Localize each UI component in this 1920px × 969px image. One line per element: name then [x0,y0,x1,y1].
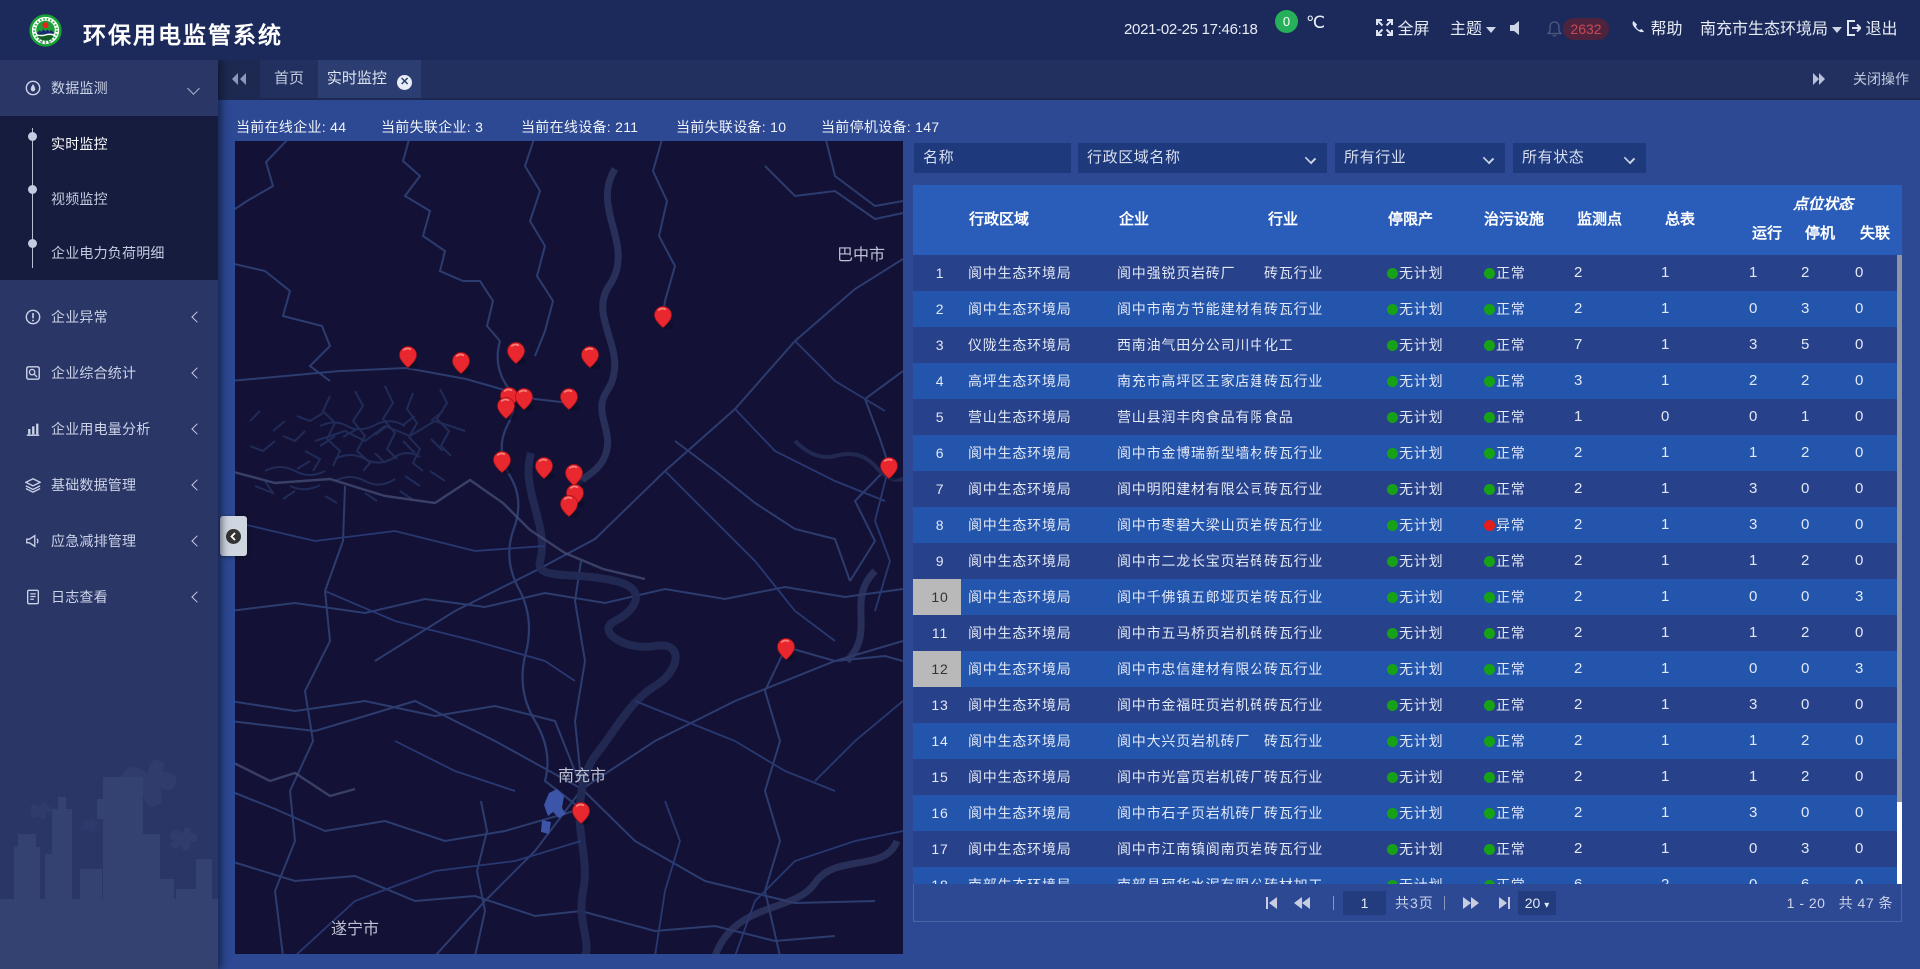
svg-text:遂宁市: 遂宁市 [331,920,379,938]
svg-text:巴中市: 巴中市 [837,246,885,264]
svg-text:南充市: 南充市 [558,767,606,785]
